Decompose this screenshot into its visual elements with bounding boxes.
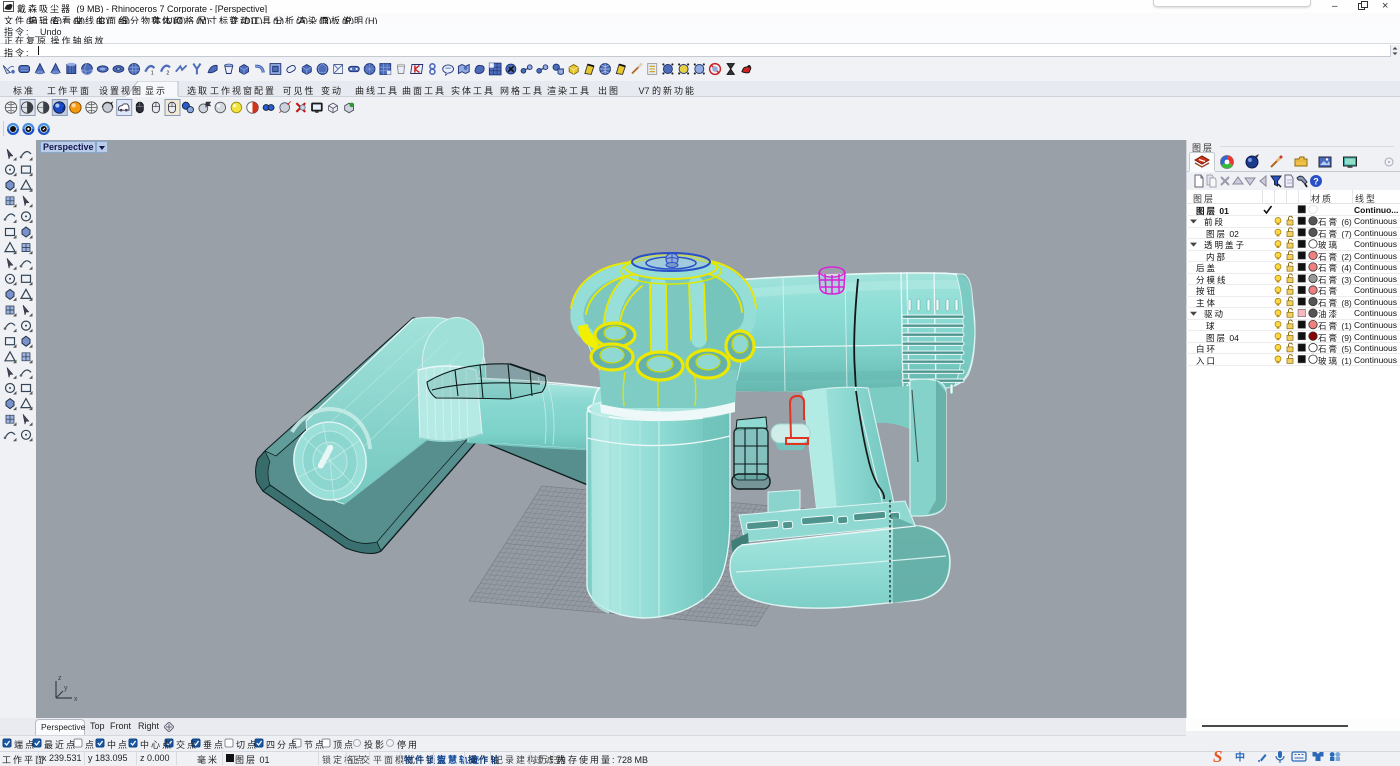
svg-text:?: ?	[1313, 177, 1319, 187]
svg-text:z: z	[58, 675, 62, 682]
svg-text:1: 1	[151, 70, 154, 76]
svg-text:中: 中	[1235, 751, 1245, 764]
svg-text:y: y	[64, 685, 68, 692]
svg-text:S: S	[1213, 748, 1222, 765]
svg-text:2: 2	[166, 70, 169, 76]
svg-text:x: x	[74, 696, 78, 703]
